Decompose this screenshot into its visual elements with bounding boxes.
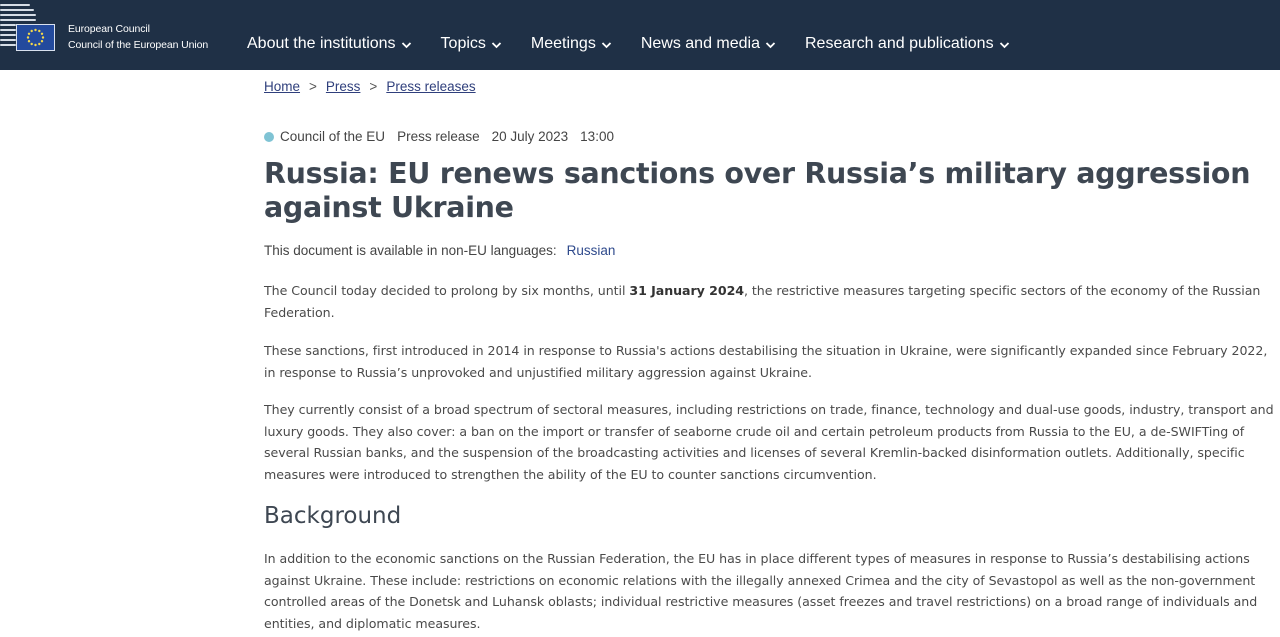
nav-item-about-institutions[interactable]: About the institutions (247, 32, 412, 56)
top-header: European Council Council of the European… (0, 0, 1280, 70)
chevron-down-icon (999, 42, 1009, 49)
paragraph-intro-date: 31 January 2024 (629, 283, 745, 298)
language-link-russian[interactable]: Russian (567, 243, 616, 258)
nav-item-label: News and media (640, 35, 760, 52)
chevron-down-icon (765, 42, 776, 49)
paragraph-intro-start: The Council today decided to prolong by … (264, 283, 630, 298)
background-heading: Background (264, 503, 402, 529)
breadcrumb-home-link[interactable]: Home (264, 79, 300, 94)
breadcrumb-press-releases-link[interactable]: Press releases (386, 79, 475, 94)
nav-item-research-publications[interactable]: Research and publications (805, 32, 1010, 56)
meta-time: 13:00 (580, 129, 614, 144)
council-dot-icon (264, 131, 274, 142)
press-release-meta: Council of the EU Press release 20 July … (264, 129, 626, 144)
nav-item-meetings[interactable]: Meetings (531, 32, 612, 56)
breadcrumb-separator: > (309, 79, 317, 94)
page-title: Russia: EU renews sanctions over Russia’… (264, 157, 1251, 224)
main-nav: About the institutions Topics Meetings N… (247, 32, 1039, 56)
nav-item-news-media[interactable]: News and media (641, 32, 776, 56)
institution-name-european-council: European Council (68, 23, 150, 35)
nav-item-label: About the institutions (247, 35, 396, 52)
breadcrumb-press-link[interactable]: Press (326, 79, 361, 94)
chevron-down-icon (401, 42, 411, 49)
meta-type: Press release (397, 129, 480, 144)
languages-label: This document is available in non-EU lan… (264, 243, 557, 258)
institution-names[interactable]: European Council Council of the European… (68, 21, 208, 53)
eu-flag-icon[interactable] (16, 24, 55, 51)
institution-name-council-eu: Council of the European Union (68, 39, 209, 51)
breadcrumb-separator: > (369, 79, 378, 94)
breadcrumb: Home > Press > Press releases (264, 79, 476, 94)
chevron-down-icon (491, 42, 502, 49)
nav-item-label: Meetings (530, 35, 596, 52)
meta-date: 20 July 2023 (491, 129, 569, 144)
meta-source: Council of the EU (280, 129, 386, 144)
nav-item-label: Topics (440, 35, 486, 52)
chevron-down-icon (601, 42, 611, 49)
paragraph-sanctions-history: These sanctions, first introduced in 201… (264, 343, 1268, 380)
paragraph-intro: The Council today decided to prolong by … (264, 280, 1276, 323)
language-availability: This document is available in non-EU lan… (264, 243, 615, 258)
nav-item-label: Research and publications (805, 35, 994, 52)
nav-item-topics[interactable]: Topics (441, 32, 502, 56)
paragraph-background: In addition to the economic sanctions on… (264, 551, 1258, 631)
paragraph-sanctions-scope: They currently consist of a broad spectr… (264, 402, 1274, 482)
